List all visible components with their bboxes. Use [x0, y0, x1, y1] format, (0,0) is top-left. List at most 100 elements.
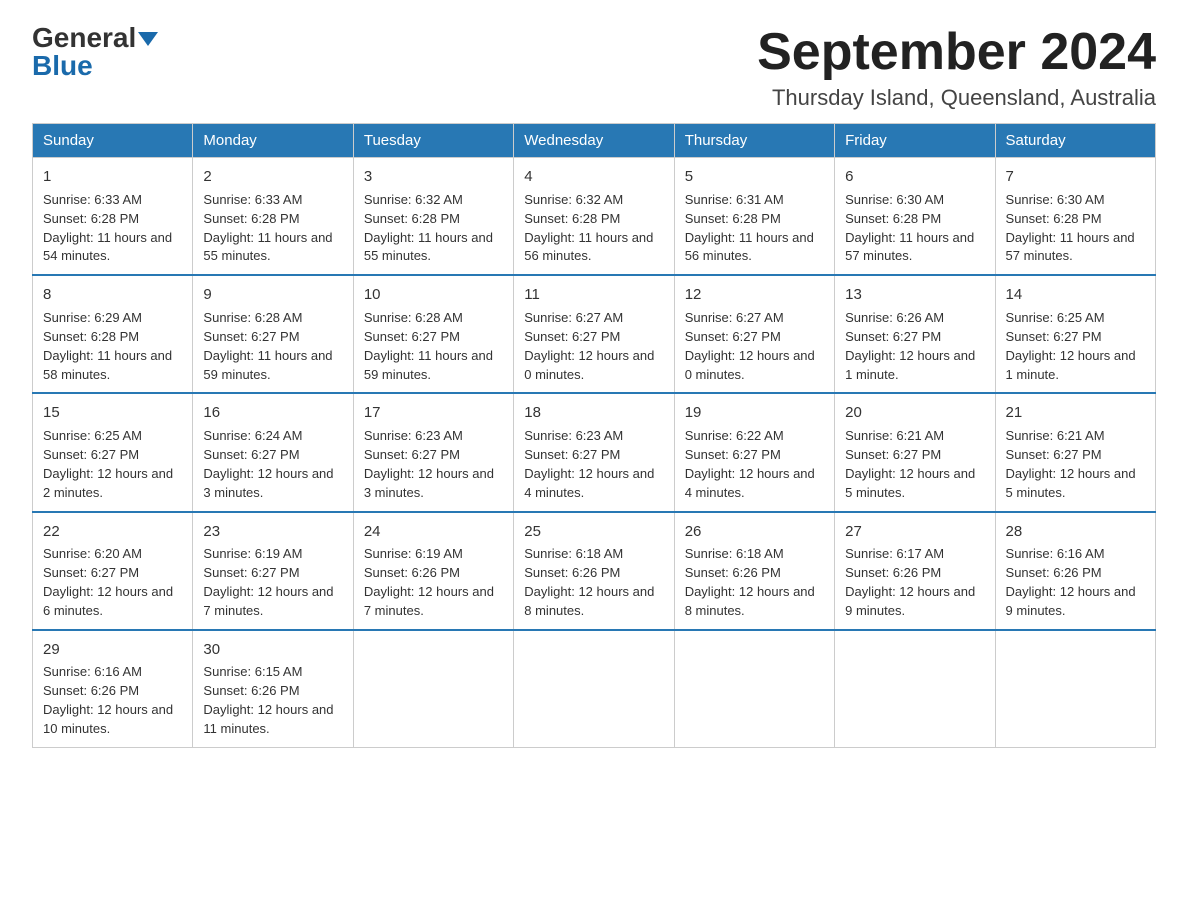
calendar-day-cell: 26 Sunrise: 6:18 AMSunset: 6:26 PMDayligh… — [674, 512, 834, 630]
calendar-day-cell — [674, 630, 834, 748]
day-info: Sunrise: 6:30 AMSunset: 6:28 PMDaylight:… — [845, 192, 974, 264]
day-number: 10 — [364, 284, 503, 306]
day-number: 21 — [1006, 402, 1145, 424]
day-number: 4 — [524, 166, 663, 188]
day-info: Sunrise: 6:33 AMSunset: 6:28 PMDaylight:… — [203, 192, 332, 264]
calendar-week-row: 15 Sunrise: 6:25 AMSunset: 6:27 PMDayligh… — [33, 393, 1156, 511]
day-number: 27 — [845, 521, 984, 543]
day-number: 9 — [203, 284, 342, 306]
logo-blue: Blue — [32, 52, 93, 80]
calendar-day-cell: 18Sunrise: 6:23 AMSunset: 6:27 PMDayligh… — [514, 393, 674, 511]
day-info: Sunrise: 6:32 AMSunset: 6:28 PMDaylight:… — [364, 192, 493, 264]
day-info: Sunrise: 6:25 AMSunset: 6:27 PMDaylight:… — [1006, 310, 1136, 382]
calendar-day-cell — [514, 630, 674, 748]
calendar-day-cell: 19Sunrise: 6:22 AMSunset: 6:27 PMDayligh… — [674, 393, 834, 511]
day-number: 12 — [685, 284, 824, 306]
calendar-week-row: 1 Sunrise: 6:33 AMSunset: 6:28 PMDaylight… — [33, 158, 1156, 276]
calendar-day-cell — [353, 630, 513, 748]
calendar-day-cell: 17 Sunrise: 6:23 AMSunset: 6:27 PMDayligh… — [353, 393, 513, 511]
day-number: 26 — [685, 521, 824, 543]
calendar-day-cell: 24Sunrise: 6:19 AMSunset: 6:26 PMDayligh… — [353, 512, 513, 630]
day-number: 6 — [845, 166, 984, 188]
page-header: General Blue September 2024 Thursday Isl… — [32, 24, 1156, 111]
calendar-day-cell: 9 Sunrise: 6:28 AMSunset: 6:27 PMDaylight… — [193, 275, 353, 393]
day-info: Sunrise: 6:19 AMSunset: 6:27 PMDaylight:… — [203, 546, 333, 618]
calendar-day-cell: 30 Sunrise: 6:15 AMSunset: 6:26 PMDayligh… — [193, 630, 353, 748]
calendar-day-cell: 13 Sunrise: 6:26 AMSunset: 6:27 PMDayligh… — [835, 275, 995, 393]
day-info: Sunrise: 6:33 AMSunset: 6:28 PMDaylight:… — [43, 192, 172, 264]
calendar-day-cell: 23 Sunrise: 6:19 AMSunset: 6:27 PMDayligh… — [193, 512, 353, 630]
day-info: Sunrise: 6:18 AMSunset: 6:26 PMDaylight:… — [524, 546, 654, 618]
calendar-week-row: 22Sunrise: 6:20 AMSunset: 6:27 PMDayligh… — [33, 512, 1156, 630]
calendar-table: SundayMondayTuesdayWednesdayThursdayFrid… — [32, 123, 1156, 748]
calendar-day-cell: 22Sunrise: 6:20 AMSunset: 6:27 PMDayligh… — [33, 512, 193, 630]
calendar-day-cell: 7 Sunrise: 6:30 AMSunset: 6:28 PMDaylight… — [995, 158, 1155, 276]
calendar-day-cell: 4 Sunrise: 6:32 AMSunset: 6:28 PMDaylight… — [514, 158, 674, 276]
day-info: Sunrise: 6:28 AMSunset: 6:27 PMDaylight:… — [364, 310, 493, 382]
day-number: 7 — [1006, 166, 1145, 188]
weekday-header-saturday: Saturday — [995, 124, 1155, 158]
weekday-header-row: SundayMondayTuesdayWednesdayThursdayFrid… — [33, 124, 1156, 158]
day-number: 23 — [203, 521, 342, 543]
calendar-day-cell: 11 Sunrise: 6:27 AMSunset: 6:27 PMDayligh… — [514, 275, 674, 393]
day-info: Sunrise: 6:21 AMSunset: 6:27 PMDaylight:… — [1006, 428, 1136, 500]
day-info: Sunrise: 6:27 AMSunset: 6:27 PMDaylight:… — [685, 310, 815, 382]
logo-triangle-icon — [138, 28, 158, 48]
logo: General Blue — [32, 24, 158, 80]
day-info: Sunrise: 6:27 AMSunset: 6:27 PMDaylight:… — [524, 310, 654, 382]
day-info: Sunrise: 6:15 AMSunset: 6:26 PMDaylight:… — [203, 664, 333, 736]
calendar-day-cell: 29 Sunrise: 6:16 AMSunset: 6:26 PMDayligh… — [33, 630, 193, 748]
calendar-day-cell: 15 Sunrise: 6:25 AMSunset: 6:27 PMDayligh… — [33, 393, 193, 511]
day-info: Sunrise: 6:21 AMSunset: 6:27 PMDaylight:… — [845, 428, 975, 500]
calendar-day-cell: 2 Sunrise: 6:33 AMSunset: 6:28 PMDaylight… — [193, 158, 353, 276]
day-info: Sunrise: 6:29 AMSunset: 6:28 PMDaylight:… — [43, 310, 172, 382]
calendar-title: September 2024 — [757, 24, 1156, 81]
day-info: Sunrise: 6:20 AMSunset: 6:27 PMDaylight:… — [43, 546, 173, 618]
day-number: 28 — [1006, 521, 1145, 543]
day-info: Sunrise: 6:18 AMSunset: 6:26 PMDaylight:… — [685, 546, 815, 618]
day-info: Sunrise: 6:16 AMSunset: 6:26 PMDaylight:… — [43, 664, 173, 736]
calendar-day-cell: 1 Sunrise: 6:33 AMSunset: 6:28 PMDaylight… — [33, 158, 193, 276]
day-info: Sunrise: 6:30 AMSunset: 6:28 PMDaylight:… — [1006, 192, 1135, 264]
day-number: 17 — [364, 402, 503, 424]
day-number: 5 — [685, 166, 824, 188]
day-number: 13 — [845, 284, 984, 306]
weekday-header-sunday: Sunday — [33, 124, 193, 158]
day-number: 19 — [685, 402, 824, 424]
day-info: Sunrise: 6:28 AMSunset: 6:27 PMDaylight:… — [203, 310, 332, 382]
day-info: Sunrise: 6:31 AMSunset: 6:28 PMDaylight:… — [685, 192, 814, 264]
calendar-day-cell: 27 Sunrise: 6:17 AMSunset: 6:26 PMDayligh… — [835, 512, 995, 630]
day-number: 2 — [203, 166, 342, 188]
day-number: 11 — [524, 284, 663, 306]
day-info: Sunrise: 6:25 AMSunset: 6:27 PMDaylight:… — [43, 428, 173, 500]
day-info: Sunrise: 6:17 AMSunset: 6:26 PMDaylight:… — [845, 546, 975, 618]
calendar-day-cell: 6 Sunrise: 6:30 AMSunset: 6:28 PMDaylight… — [835, 158, 995, 276]
day-number: 29 — [43, 639, 182, 661]
day-number: 14 — [1006, 284, 1145, 306]
day-info: Sunrise: 6:19 AMSunset: 6:26 PMDaylight:… — [364, 546, 494, 618]
weekday-header-tuesday: Tuesday — [353, 124, 513, 158]
day-info: Sunrise: 6:24 AMSunset: 6:27 PMDaylight:… — [203, 428, 333, 500]
calendar-week-row: 8Sunrise: 6:29 AMSunset: 6:28 PMDaylight… — [33, 275, 1156, 393]
day-info: Sunrise: 6:16 AMSunset: 6:26 PMDaylight:… — [1006, 546, 1136, 618]
day-number: 15 — [43, 402, 182, 424]
day-info: Sunrise: 6:26 AMSunset: 6:27 PMDaylight:… — [845, 310, 975, 382]
day-info: Sunrise: 6:23 AMSunset: 6:27 PMDaylight:… — [364, 428, 494, 500]
calendar-day-cell: 10 Sunrise: 6:28 AMSunset: 6:27 PMDayligh… — [353, 275, 513, 393]
calendar-day-cell: 16 Sunrise: 6:24 AMSunset: 6:27 PMDayligh… — [193, 393, 353, 511]
day-number: 30 — [203, 639, 342, 661]
day-number: 1 — [43, 166, 182, 188]
calendar-day-cell: 3 Sunrise: 6:32 AMSunset: 6:28 PMDaylight… — [353, 158, 513, 276]
day-number: 3 — [364, 166, 503, 188]
weekday-header-monday: Monday — [193, 124, 353, 158]
calendar-day-cell — [995, 630, 1155, 748]
day-info: Sunrise: 6:32 AMSunset: 6:28 PMDaylight:… — [524, 192, 653, 264]
calendar-day-cell: 28 Sunrise: 6:16 AMSunset: 6:26 PMDayligh… — [995, 512, 1155, 630]
calendar-day-cell: 20Sunrise: 6:21 AMSunset: 6:27 PMDayligh… — [835, 393, 995, 511]
calendar-day-cell — [835, 630, 995, 748]
day-number: 16 — [203, 402, 342, 424]
logo-general: General — [32, 24, 136, 52]
calendar-day-cell: 8Sunrise: 6:29 AMSunset: 6:28 PMDaylight… — [33, 275, 193, 393]
weekday-header-friday: Friday — [835, 124, 995, 158]
calendar-week-row: 29 Sunrise: 6:16 AMSunset: 6:26 PMDayligh… — [33, 630, 1156, 748]
